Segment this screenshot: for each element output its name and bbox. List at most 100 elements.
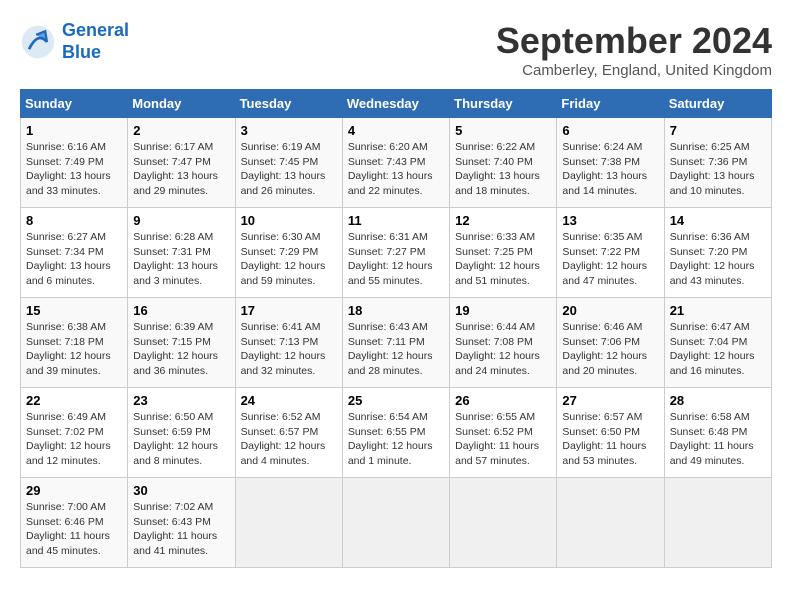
day-info: Sunrise: 6:27 AMSunset: 7:34 PMDaylight:…: [26, 231, 111, 287]
calendar-cell: 11 Sunrise: 6:31 AMSunset: 7:27 PMDaylig…: [342, 208, 449, 298]
calendar-cell: 30 Sunrise: 7:02 AMSunset: 6:43 PMDaylig…: [128, 478, 235, 568]
day-info: Sunrise: 6:36 AMSunset: 7:20 PMDaylight:…: [670, 231, 755, 287]
day-info: Sunrise: 6:44 AMSunset: 7:08 PMDaylight:…: [455, 321, 540, 377]
calendar-cell: 18 Sunrise: 6:43 AMSunset: 7:11 PMDaylig…: [342, 298, 449, 388]
day-info: Sunrise: 6:43 AMSunset: 7:11 PMDaylight:…: [348, 321, 433, 377]
day-info: Sunrise: 6:24 AMSunset: 7:38 PMDaylight:…: [562, 141, 647, 197]
calendar-cell: 6 Sunrise: 6:24 AMSunset: 7:38 PMDayligh…: [557, 118, 664, 208]
day-number: 27: [562, 393, 658, 408]
day-number: 10: [241, 213, 337, 228]
calendar-cell: 17 Sunrise: 6:41 AMSunset: 7:13 PMDaylig…: [235, 298, 342, 388]
day-number: 25: [348, 393, 444, 408]
day-number: 9: [133, 213, 229, 228]
calendar-cell: 7 Sunrise: 6:25 AMSunset: 7:36 PMDayligh…: [664, 118, 771, 208]
calendar-cell: 25 Sunrise: 6:54 AMSunset: 6:55 PMDaylig…: [342, 388, 449, 478]
header-day: Wednesday: [342, 90, 449, 118]
day-info: Sunrise: 6:47 AMSunset: 7:04 PMDaylight:…: [670, 321, 755, 377]
title-block: September 2024 Camberley, England, Unite…: [496, 20, 772, 79]
day-info: Sunrise: 6:25 AMSunset: 7:36 PMDaylight:…: [670, 141, 755, 197]
calendar-cell: 23 Sunrise: 6:50 AMSunset: 6:59 PMDaylig…: [128, 388, 235, 478]
calendar-week-row: 15 Sunrise: 6:38 AMSunset: 7:18 PMDaylig…: [21, 298, 772, 388]
calendar-cell: 27 Sunrise: 6:57 AMSunset: 6:50 PMDaylig…: [557, 388, 664, 478]
calendar-cell: 21 Sunrise: 6:47 AMSunset: 7:04 PMDaylig…: [664, 298, 771, 388]
day-info: Sunrise: 6:16 AMSunset: 7:49 PMDaylight:…: [26, 141, 111, 197]
calendar-cell: 26 Sunrise: 6:55 AMSunset: 6:52 PMDaylig…: [450, 388, 557, 478]
day-info: Sunrise: 6:41 AMSunset: 7:13 PMDaylight:…: [241, 321, 326, 377]
day-info: Sunrise: 6:31 AMSunset: 7:27 PMDaylight:…: [348, 231, 433, 287]
calendar-cell: 13 Sunrise: 6:35 AMSunset: 7:22 PMDaylig…: [557, 208, 664, 298]
calendar-cell: 22 Sunrise: 6:49 AMSunset: 7:02 PMDaylig…: [21, 388, 128, 478]
calendar-cell: 24 Sunrise: 6:52 AMSunset: 6:57 PMDaylig…: [235, 388, 342, 478]
day-info: Sunrise: 6:35 AMSunset: 7:22 PMDaylight:…: [562, 231, 647, 287]
header-day: Saturday: [664, 90, 771, 118]
day-info: Sunrise: 6:20 AMSunset: 7:43 PMDaylight:…: [348, 141, 433, 197]
day-info: Sunrise: 6:33 AMSunset: 7:25 PMDaylight:…: [455, 231, 540, 287]
calendar-cell: 1 Sunrise: 6:16 AMSunset: 7:49 PMDayligh…: [21, 118, 128, 208]
day-number: 15: [26, 303, 122, 318]
calendar-cell: 9 Sunrise: 6:28 AMSunset: 7:31 PMDayligh…: [128, 208, 235, 298]
day-number: 22: [26, 393, 122, 408]
day-info: Sunrise: 7:00 AMSunset: 6:46 PMDaylight:…: [26, 501, 110, 557]
day-number: 7: [670, 123, 766, 138]
header-day: Sunday: [21, 90, 128, 118]
day-number: 16: [133, 303, 229, 318]
logo-line1: General: [62, 20, 129, 40]
day-number: 26: [455, 393, 551, 408]
calendar-table: SundayMondayTuesdayWednesdayThursdayFrid…: [20, 89, 772, 568]
day-info: Sunrise: 6:54 AMSunset: 6:55 PMDaylight:…: [348, 411, 433, 467]
month-title: September 2024: [496, 20, 772, 62]
page-header: General Blue September 2024 Camberley, E…: [20, 20, 772, 79]
calendar-cell: 2 Sunrise: 6:17 AMSunset: 7:47 PMDayligh…: [128, 118, 235, 208]
day-number: 1: [26, 123, 122, 138]
day-number: 23: [133, 393, 229, 408]
calendar-cell: [342, 478, 449, 568]
day-info: Sunrise: 6:55 AMSunset: 6:52 PMDaylight:…: [455, 411, 539, 467]
calendar-week-row: 1 Sunrise: 6:16 AMSunset: 7:49 PMDayligh…: [21, 118, 772, 208]
calendar-cell: 10 Sunrise: 6:30 AMSunset: 7:29 PMDaylig…: [235, 208, 342, 298]
day-info: Sunrise: 6:22 AMSunset: 7:40 PMDaylight:…: [455, 141, 540, 197]
day-info: Sunrise: 6:19 AMSunset: 7:45 PMDaylight:…: [241, 141, 326, 197]
calendar-cell: 15 Sunrise: 6:38 AMSunset: 7:18 PMDaylig…: [21, 298, 128, 388]
day-info: Sunrise: 6:50 AMSunset: 6:59 PMDaylight:…: [133, 411, 218, 467]
day-number: 2: [133, 123, 229, 138]
day-number: 20: [562, 303, 658, 318]
logo-icon: [20, 24, 56, 60]
logo-text: General Blue: [62, 20, 129, 63]
calendar-cell: [235, 478, 342, 568]
calendar-cell: 12 Sunrise: 6:33 AMSunset: 7:25 PMDaylig…: [450, 208, 557, 298]
day-number: 3: [241, 123, 337, 138]
calendar-week-row: 22 Sunrise: 6:49 AMSunset: 7:02 PMDaylig…: [21, 388, 772, 478]
day-info: Sunrise: 6:46 AMSunset: 7:06 PMDaylight:…: [562, 321, 647, 377]
day-info: Sunrise: 6:30 AMSunset: 7:29 PMDaylight:…: [241, 231, 326, 287]
calendar-cell: [664, 478, 771, 568]
day-info: Sunrise: 6:17 AMSunset: 7:47 PMDaylight:…: [133, 141, 218, 197]
day-info: Sunrise: 6:58 AMSunset: 6:48 PMDaylight:…: [670, 411, 754, 467]
day-number: 24: [241, 393, 337, 408]
calendar-week-row: 29 Sunrise: 7:00 AMSunset: 6:46 PMDaylig…: [21, 478, 772, 568]
day-number: 6: [562, 123, 658, 138]
logo-line2: Blue: [62, 42, 101, 62]
header-day: Friday: [557, 90, 664, 118]
day-number: 12: [455, 213, 551, 228]
calendar-cell: 5 Sunrise: 6:22 AMSunset: 7:40 PMDayligh…: [450, 118, 557, 208]
day-info: Sunrise: 6:28 AMSunset: 7:31 PMDaylight:…: [133, 231, 218, 287]
day-number: 21: [670, 303, 766, 318]
header-day: Monday: [128, 90, 235, 118]
header-day: Thursday: [450, 90, 557, 118]
day-info: Sunrise: 6:57 AMSunset: 6:50 PMDaylight:…: [562, 411, 646, 467]
calendar-cell: [557, 478, 664, 568]
calendar-cell: 14 Sunrise: 6:36 AMSunset: 7:20 PMDaylig…: [664, 208, 771, 298]
day-number: 30: [133, 483, 229, 498]
header-day: Tuesday: [235, 90, 342, 118]
day-number: 5: [455, 123, 551, 138]
day-number: 19: [455, 303, 551, 318]
day-info: Sunrise: 6:52 AMSunset: 6:57 PMDaylight:…: [241, 411, 326, 467]
day-number: 11: [348, 213, 444, 228]
calendar-week-row: 8 Sunrise: 6:27 AMSunset: 7:34 PMDayligh…: [21, 208, 772, 298]
calendar-cell: 16 Sunrise: 6:39 AMSunset: 7:15 PMDaylig…: [128, 298, 235, 388]
day-info: Sunrise: 7:02 AMSunset: 6:43 PMDaylight:…: [133, 501, 217, 557]
day-number: 13: [562, 213, 658, 228]
calendar-cell: 28 Sunrise: 6:58 AMSunset: 6:48 PMDaylig…: [664, 388, 771, 478]
header-row: SundayMondayTuesdayWednesdayThursdayFrid…: [21, 90, 772, 118]
location: Camberley, England, United Kingdom: [496, 62, 772, 79]
